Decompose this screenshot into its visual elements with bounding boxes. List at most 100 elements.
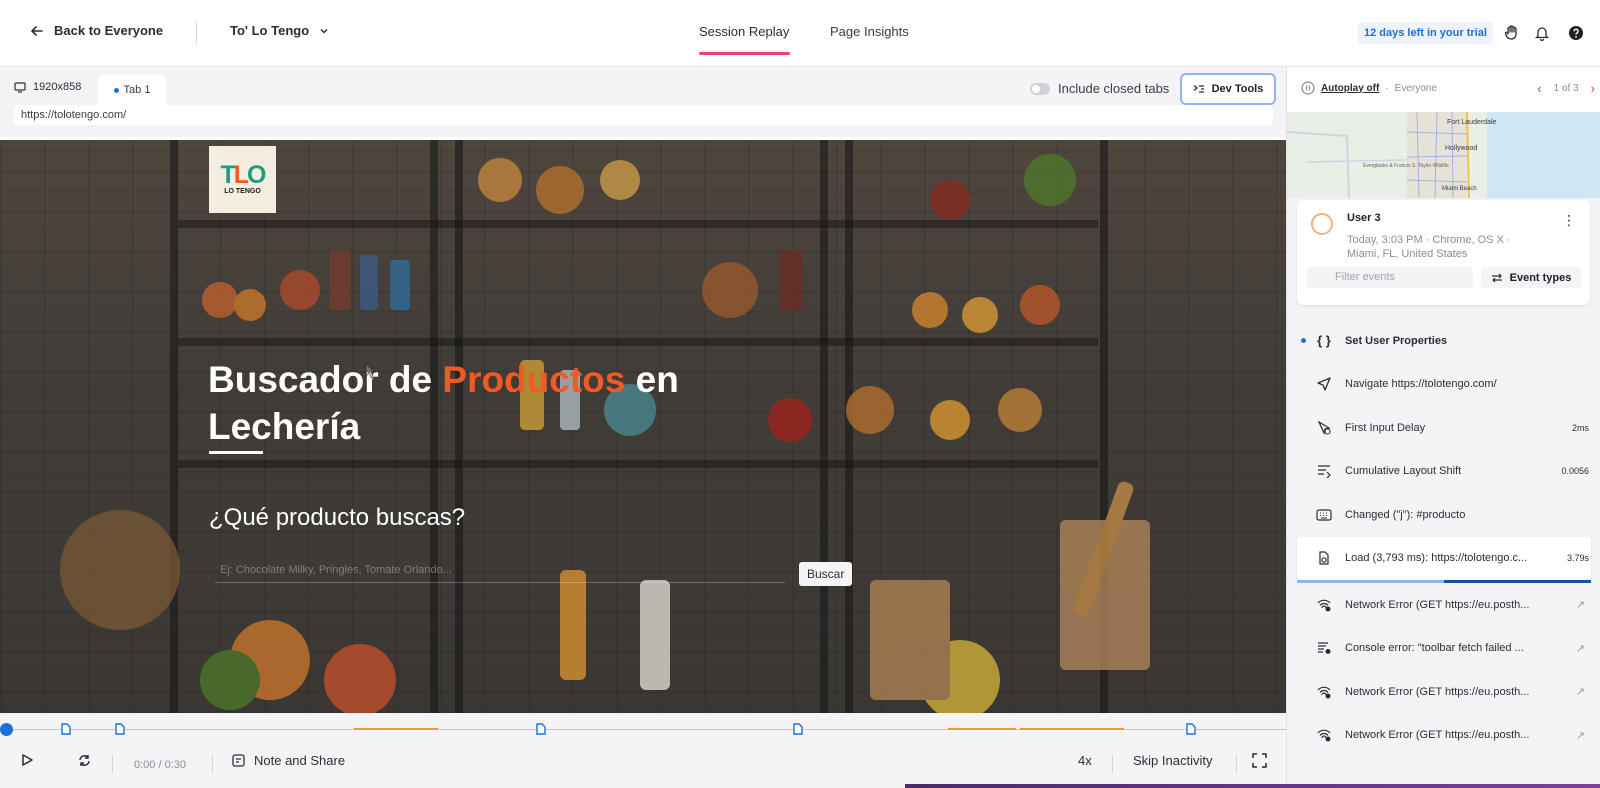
side-panel-header: Autoplay off · Everyone ‹ 1 of 3 › <box>1287 67 1600 112</box>
user-meta: Today, 3:03 PM · Chrome, OS X · Miami, F… <box>1347 233 1567 261</box>
activity-segment <box>354 728 438 730</box>
event-item[interactable]: Network Error (GET https://eu.posth... ↗ <box>1287 714 1600 758</box>
pager-text: 1 of 3 <box>1553 83 1579 94</box>
trend-arrow-icon[interactable]: ↗ <box>1576 598 1585 611</box>
trend-arrow-icon[interactable]: ↗ <box>1576 729 1585 742</box>
page-event-marker-icon[interactable] <box>115 723 125 735</box>
mouse-cursor-icon <box>365 363 377 379</box>
search-button[interactable]: Buscar <box>799 562 853 586</box>
speed-label: 4x <box>1078 753 1092 768</box>
replay-loop-button[interactable] <box>77 753 92 768</box>
event-item[interactable]: Console error: "toolbar fetch failed ...… <box>1287 627 1600 671</box>
event-types-button[interactable]: Event types <box>1481 267 1581 288</box>
replay-viewport[interactable]: TLO LO TENGO Buscador de Productos en Le… <box>0 140 1286 713</box>
event-item[interactable]: Changed ("j"): #producto <box>1287 493 1600 537</box>
event-item[interactable]: Cumulative Layout Shift 0.0056 <box>1287 450 1600 494</box>
chevron-down-icon <box>320 28 328 34</box>
trend-arrow-icon[interactable]: ↗ <box>1576 685 1585 698</box>
session-side-panel: Autoplay off · Everyone ‹ 1 of 3 › Fort … <box>1286 67 1600 788</box>
swap-icon <box>1491 273 1502 282</box>
timeline-scrubber-handle[interactable] <box>0 723 13 736</box>
page-event-marker-icon[interactable] <box>536 723 546 735</box>
hand-icon[interactable] <box>1501 22 1523 44</box>
braces-icon: { } <box>1317 333 1331 349</box>
previous-session-icon[interactable]: ‹ <box>1537 81 1541 96</box>
user-avatar[interactable] <box>1311 213 1333 235</box>
control-separator <box>112 755 113 773</box>
autoplay-separator: · <box>1385 82 1389 94</box>
dev-tools-button[interactable]: Dev Tools <box>1180 73 1276 105</box>
play-icon <box>22 754 33 766</box>
event-value: 2ms <box>1571 422 1589 433</box>
autoplay-control[interactable]: Autoplay off · Everyone <box>1301 81 1437 95</box>
session-pager: ‹ 1 of 3 › <box>1537 81 1595 96</box>
control-separator <box>212 755 213 773</box>
bottom-accent-strip <box>905 784 1600 788</box>
event-item[interactable]: { } Set User Properties <box>1287 319 1600 363</box>
more-options-icon[interactable]: ⋮ <box>1562 212 1576 229</box>
bell-icon[interactable] <box>1531 22 1553 44</box>
fullscreen-button[interactable] <box>1252 753 1267 768</box>
filter-events-input[interactable]: Filter events <box>1307 267 1473 288</box>
include-closed-tabs-toggle[interactable]: Include closed tabs <box>1030 81 1169 96</box>
location-map[interactable]: Fort Lauderdale Hollywood Everglades & F… <box>1287 112 1600 198</box>
hero-subtitle: ¿Qué producto buscas? <box>209 504 466 531</box>
back-label: Back to Everyone <box>54 23 164 38</box>
event-item[interactable]: First Input Delay 2ms <box>1287 406 1600 450</box>
user-meta-line2: Miami, FL, United States <box>1347 248 1468 260</box>
help-icon[interactable] <box>1565 22 1587 44</box>
event-text: Cumulative Layout Shift <box>1345 465 1462 478</box>
page-event-marker-icon[interactable] <box>1186 723 1196 735</box>
url-bar: https://tolotengo.com/ <box>14 105 1273 125</box>
console-error-icon <box>1315 639 1333 657</box>
autoplay-scope: Everyone <box>1394 82 1437 94</box>
hero-title: Buscador de Productos en Lechería <box>208 356 768 450</box>
user-card: User 3 Today, 3:03 PM · Chrome, OS X · M… <box>1297 200 1590 305</box>
event-types-label: Event types <box>1509 271 1572 284</box>
next-session-icon[interactable]: › <box>1591 81 1595 96</box>
map-label: Miami Beach <box>1442 186 1477 192</box>
network-error-icon <box>1315 683 1333 701</box>
event-text: First Input Delay <box>1345 421 1426 434</box>
product-search-input[interactable]: Ej: Chocolate Milky, Pringles, Tomate Or… <box>220 564 452 576</box>
event-list: { } Set User Properties Navigate https:/… <box>1287 319 1600 757</box>
event-item-active[interactable]: Load (3,793 ms): https://tolotengo.c... … <box>1297 536 1591 580</box>
trend-arrow-icon[interactable]: ↗ <box>1576 642 1585 655</box>
site-logo[interactable]: TLO LO TENGO <box>209 146 276 213</box>
event-text: Set User Properties <box>1345 334 1448 347</box>
user-name[interactable]: User 3 <box>1347 212 1381 224</box>
skip-inactivity-button[interactable]: Skip Inactivity <box>1133 753 1212 768</box>
event-item[interactable]: Network Error (GET https://eu.posth... ↗ <box>1287 583 1600 627</box>
event-text: Console error: "toolbar fetch failed ... <box>1345 642 1524 655</box>
terminal-icon <box>1193 85 1204 93</box>
playback-speed-button[interactable]: 4x <box>1078 753 1092 768</box>
monitor-icon <box>14 81 26 93</box>
event-text: Changed ("j"): #producto <box>1345 508 1466 521</box>
event-item[interactable]: Network Error (GET https://eu.posth... ↗ <box>1287 670 1600 714</box>
back-to-everyone-button[interactable]: Back to Everyone <box>30 23 163 38</box>
play-button[interactable] <box>20 753 34 767</box>
activity-segment <box>1020 728 1124 730</box>
nav-divider <box>196 21 197 45</box>
page-event-marker-icon[interactable] <box>793 723 803 735</box>
tab-session-replay[interactable]: Session Replay <box>699 24 789 39</box>
note-and-share-button[interactable]: Note and Share <box>232 753 345 768</box>
autoplay-label[interactable]: Autoplay off <box>1321 83 1379 94</box>
browser-tab[interactable]: Tab 1 <box>98 74 166 106</box>
current-event-dot <box>1301 338 1306 344</box>
toggle-switch[interactable] <box>1030 82 1050 95</box>
trial-badge[interactable]: 12 days left in your trial <box>1358 22 1493 44</box>
player-header: 1920x858 Tab 1 https://tolotengo.com/ In… <box>0 67 1286 137</box>
page-event-marker-icon[interactable] <box>61 723 71 735</box>
repeat-icon <box>79 755 90 766</box>
tab-label: Tab 1 <box>123 84 151 96</box>
tab-active-dot <box>113 87 119 93</box>
timeline-controls: 0:00 / 0:30 Note and Share 4x Skip Inact… <box>0 713 1286 788</box>
event-text: Network Error (GET https://eu.posth... <box>1345 598 1530 611</box>
note-icon <box>232 754 245 767</box>
project-selector[interactable]: To' Lo Tengo <box>230 23 329 38</box>
hero-title-part1: Buscador de <box>208 359 443 400</box>
tab-page-insights[interactable]: Page Insights <box>830 24 909 39</box>
event-item[interactable]: Navigate https://tolotengo.com/ <box>1287 363 1600 407</box>
keyboard-icon <box>1315 506 1333 524</box>
